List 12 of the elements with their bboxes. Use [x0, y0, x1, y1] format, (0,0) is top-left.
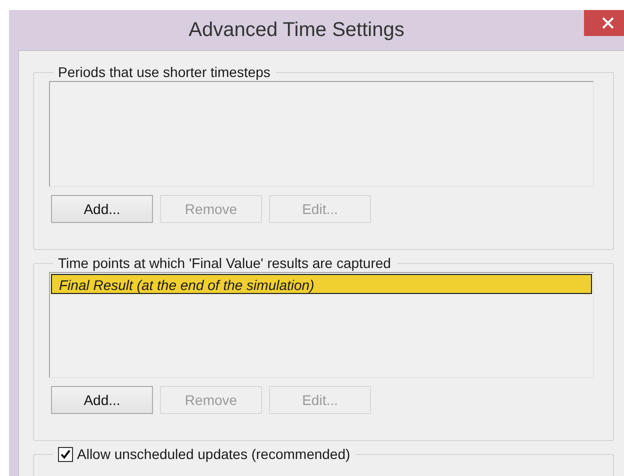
checkbox[interactable] — [58, 446, 73, 462]
group-label: Periods that use shorter timesteps — [58, 64, 270, 80]
push-button[interactable]: Add... — [51, 386, 153, 414]
checkbox-label: Allow unscheduled updates (recommended) — [77, 446, 350, 462]
push-button[interactable]: Add... — [51, 195, 153, 223]
list-item[interactable]: Final Result (at the end of the simulation) — [51, 274, 592, 294]
close-button[interactable] — [584, 10, 624, 36]
list-box[interactable]: Final Result (at the end of the simulation) — [49, 272, 594, 378]
window-title: Advanced Time Settings — [188, 18, 404, 42]
group-label: Time points at which 'Final Value' results are captured — [58, 255, 391, 271]
check-icon — [60, 448, 71, 460]
close-icon — [602, 17, 614, 29]
